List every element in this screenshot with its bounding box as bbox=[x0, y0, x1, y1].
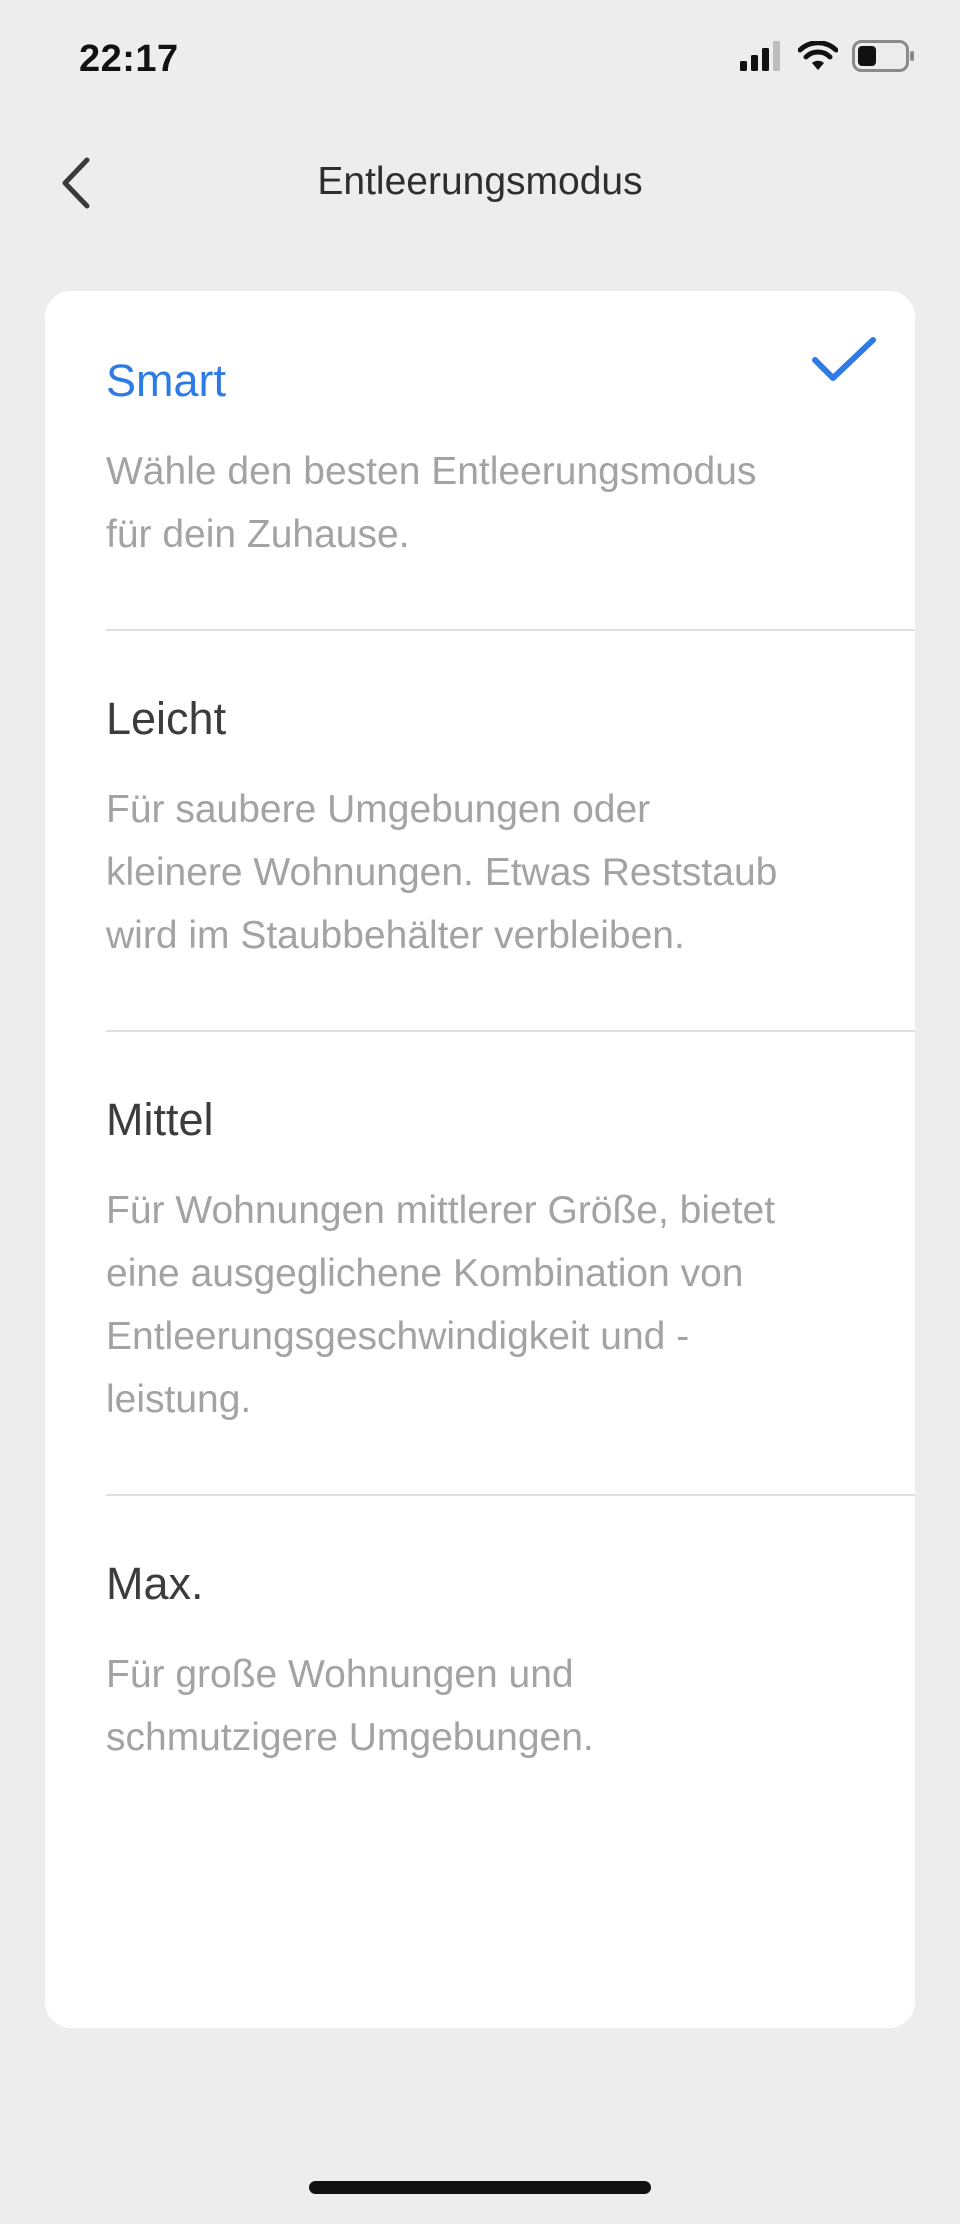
status-bar: 22:17 bbox=[0, 0, 960, 120]
battery-icon bbox=[852, 40, 916, 77]
option-description: Für saubere Umgebungen oder kleinere Woh… bbox=[106, 788, 778, 957]
options-card: Smart Wähle den besten Entleerungsmodus … bbox=[45, 291, 915, 2028]
navigation-bar: Entleerungsmodus bbox=[0, 120, 960, 245]
option-description: Wähle den besten Entleerungsmodus für de… bbox=[106, 450, 757, 556]
option-title: Leicht bbox=[106, 693, 227, 744]
page-title: Entleerungsmodus bbox=[317, 160, 643, 203]
option-leicht[interactable]: Leicht Für saubere Umgebungen oder klein… bbox=[106, 631, 915, 1030]
option-title: Mittel bbox=[106, 1094, 214, 1145]
wifi-icon bbox=[797, 40, 839, 76]
status-time: 22:17 bbox=[79, 38, 179, 80]
option-title: Smart bbox=[106, 355, 227, 406]
option-title: Max. bbox=[106, 1558, 204, 1609]
checkmark-icon bbox=[811, 336, 877, 389]
home-indicator bbox=[309, 2181, 651, 2194]
cellular-signal-icon bbox=[740, 41, 784, 76]
option-mittel[interactable]: Mittel Für Wohnungen mittlerer Größe, bi… bbox=[106, 1032, 915, 1494]
option-description: Für große Wohnungen und schmutzigere Umg… bbox=[106, 1653, 594, 1759]
status-icons bbox=[740, 40, 916, 77]
option-smart[interactable]: Smart Wähle den besten Entleerungsmodus … bbox=[106, 291, 915, 629]
option-description: Für Wohnungen mittlerer Größe, bietet ei… bbox=[106, 1189, 776, 1421]
option-max[interactable]: Max. Für große Wohnungen und schmutziger… bbox=[106, 1496, 915, 1829]
